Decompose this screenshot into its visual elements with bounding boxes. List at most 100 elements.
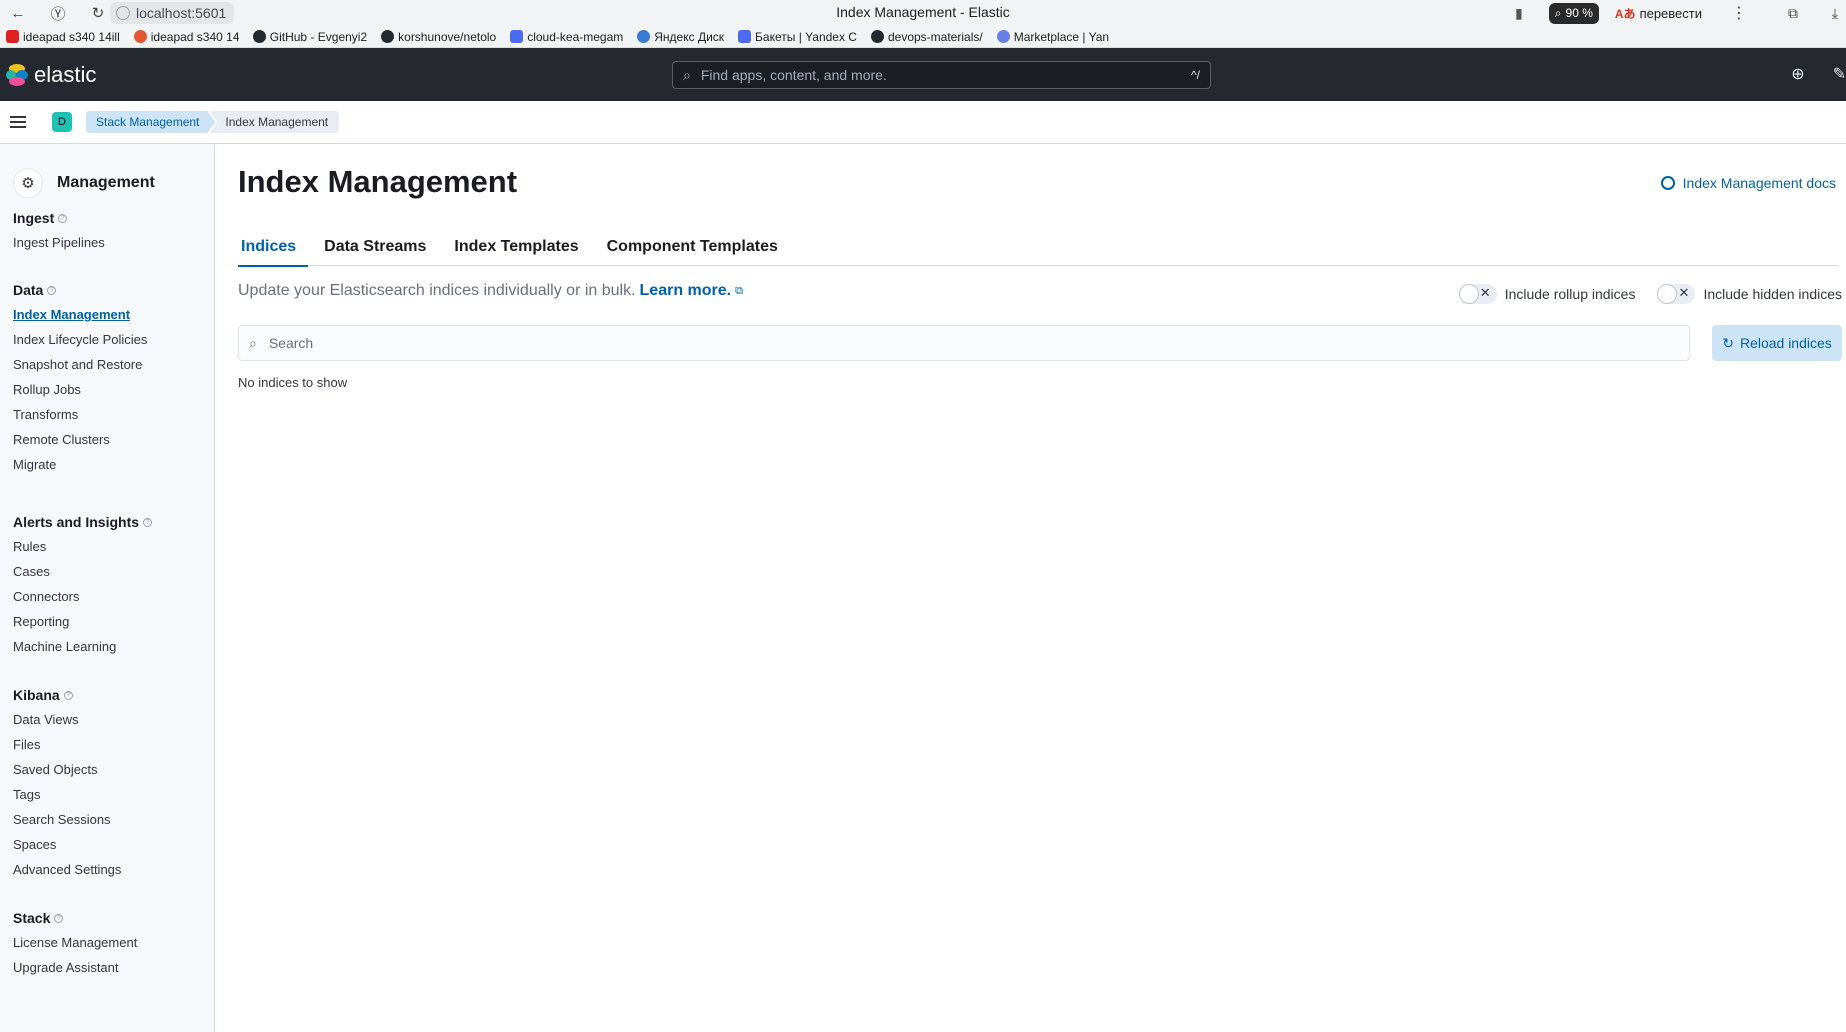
breadcrumb-stack-management[interactable]: Stack Management [86, 111, 215, 133]
site-info-icon[interactable] [116, 6, 130, 20]
github-icon [381, 30, 395, 43]
sidenav-item-migrate[interactable]: Migrate [13, 452, 147, 477]
sidenav-item-index-management[interactable]: Index Management [13, 302, 147, 327]
bookmark-item[interactable]: cloud-kea-megam [510, 30, 623, 44]
bookmark-icon[interactable]: ▮ [1511, 5, 1527, 21]
breadcrumb-bar: D Stack Management Index Management [0, 101, 1846, 144]
bookmark-item[interactable]: ideapad s340 14ill [133, 30, 239, 44]
sidenav-item-rollup-jobs[interactable]: Rollup Jobs [13, 377, 147, 402]
elastic-logo-icon [6, 63, 28, 86]
sidenav-item-tags[interactable]: Tags [13, 782, 121, 807]
sidenav-item-cases[interactable]: Cases [13, 559, 152, 584]
cloud-icon [510, 30, 524, 43]
bookmark-item[interactable]: Яндекс Диск [637, 30, 724, 44]
rollup-switch[interactable]: ✕ [1458, 284, 1497, 304]
breadcrumb-index-management: Index Management [209, 111, 340, 133]
management-sidenav: ⚙ Management Ingest? Ingest Pipelines Da… [0, 144, 215, 1032]
search-icon: ⌕ [249, 334, 257, 351]
bookmark-item[interactable]: devops-materials/ [870, 30, 983, 44]
external-link-icon: ⧉ [735, 284, 743, 297]
sidenav-item-rules[interactable]: Rules [13, 534, 152, 559]
include-hidden-toggle[interactable]: ✕ Include hidden indices [1657, 284, 1842, 304]
sidenav-item-transforms[interactable]: Transforms [13, 402, 147, 427]
sidenav-item-ingest-pipelines[interactable]: Ingest Pipelines [13, 230, 105, 255]
url-text: localhost:5601 [136, 5, 227, 21]
newsfeed-icon[interactable]: ✎ [1833, 64, 1846, 84]
yandex-disk-icon [637, 30, 651, 43]
bookmark-item[interactable]: Marketplace | Yan [996, 30, 1109, 44]
info-icon[interactable]: ? [143, 517, 153, 527]
menu-toggle-icon[interactable] [10, 116, 26, 128]
address-bar[interactable]: localhost:5601 [110, 2, 235, 24]
indices-search-input[interactable] [268, 335, 1649, 351]
tab-index-templates[interactable]: Index Templates [442, 228, 590, 266]
help-icon[interactable]: ⊕ [1791, 64, 1804, 84]
sidenav-item-advanced-settings[interactable]: Advanced Settings [13, 857, 121, 882]
page-description: Update your Elasticsearch indices indivi… [238, 282, 743, 300]
space-avatar[interactable]: D [52, 112, 72, 132]
kibana-header: elastic ⌕ Find apps, content, and more. … [0, 48, 1846, 101]
sidenav-item-snapshot-and-restore[interactable]: Snapshot and Restore [13, 352, 147, 377]
brand-name: elastic [34, 61, 97, 87]
extensions-icon[interactable]: ⧉ [1784, 5, 1802, 22]
search-icon: ⌕ [683, 66, 691, 83]
translate-icon: Aあ [1614, 6, 1636, 21]
global-search-input[interactable]: ⌕ Find apps, content, and more. ^/ [672, 61, 1211, 89]
sidenav-item-index-lifecycle-policies[interactable]: Index Lifecycle Policies [13, 327, 147, 352]
sidenav-item-files[interactable]: Files [13, 732, 121, 757]
yandex-icon[interactable]: Ⓨ [48, 3, 68, 23]
tab-data-streams[interactable]: Data Streams [312, 228, 438, 266]
zoom-indicator[interactable]: ⌕ 90 % [1548, 2, 1599, 24]
elastic-logo[interactable]: elastic [6, 62, 96, 88]
sidenav-item-upgrade-assistant[interactable]: Upgrade Assistant [13, 955, 137, 980]
sidenav-item-search-sessions[interactable]: Search Sessions [13, 807, 121, 832]
close-icon: ✕ [1678, 285, 1690, 300]
sidenav-item-spaces[interactable]: Spaces [13, 832, 121, 857]
nav-group-stack: Stack? License Management Upgrade Assist… [13, 908, 137, 980]
bookmark-item[interactable]: Бакеты | Yandex C [738, 30, 857, 44]
nav-group-alerts-and-insights: Alerts and Insights? Rules Cases Connect… [13, 512, 153, 659]
tab-indices[interactable]: Indices [238, 228, 309, 267]
browser-toolbar: ← Ⓨ ↻ localhost:5601 Index Management - … [0, 0, 1846, 26]
reload-page-icon[interactable]: ↻ [88, 3, 108, 23]
download-icon[interactable]: ⤓ [1826, 5, 1844, 22]
info-icon[interactable]: ? [58, 213, 68, 223]
more-menu-icon[interactable]: ⋮ [1730, 3, 1748, 23]
sidenav-item-data-views[interactable]: Data Views [13, 707, 121, 732]
bookmark-item[interactable]: ideapad s340 14ill [6, 30, 120, 44]
refresh-icon: ↻ [1722, 334, 1734, 351]
bookmark-item[interactable]: korshunove/netolo [381, 30, 496, 44]
sidenav-item-license-management[interactable]: License Management [13, 930, 137, 955]
bookmark-item[interactable]: GitHub - Evgenyi2 [252, 30, 367, 44]
include-rollup-toggle[interactable]: ✕ Include rollup indices [1458, 284, 1635, 304]
reload-indices-button[interactable]: ↻ Reload indices [1712, 325, 1842, 361]
close-icon: ✕ [1479, 285, 1491, 300]
learn-more-link[interactable]: Learn more. [640, 282, 732, 300]
tab-component-templates[interactable]: Component Templates [595, 228, 790, 266]
sidenav-title: ⚙ Management [13, 168, 155, 198]
global-search-placeholder: Find apps, content, and more. [700, 67, 887, 83]
sidenav-item-reporting[interactable]: Reporting [13, 609, 152, 634]
sidenav-item-machine-learning[interactable]: Machine Learning [13, 634, 152, 659]
nav-group-kibana: Kibana? Data Views Files Saved Objects T… [13, 685, 121, 882]
info-icon[interactable]: ? [54, 913, 64, 923]
gear-icon: ⚙ [13, 168, 43, 198]
sidenav-item-connectors[interactable]: Connectors [13, 584, 152, 609]
indices-search[interactable]: ⌕ [238, 325, 1690, 361]
marketplace-icon [996, 30, 1010, 43]
breadcrumb: Stack Management Index Management [86, 111, 340, 133]
info-icon[interactable]: ? [47, 285, 57, 295]
back-icon[interactable]: ← [8, 3, 28, 23]
empty-message: No indices to show [238, 375, 348, 390]
translate-button[interactable]: Aあ перевести [1615, 5, 1702, 22]
info-icon[interactable]: ? [63, 690, 73, 700]
github-icon [870, 30, 884, 43]
sidenav-item-remote-clusters[interactable]: Remote Clusters [13, 427, 147, 452]
bookmarks-bar: ideapad s340 14ill ideapad s340 14ill Gi… [0, 26, 1846, 48]
yandex-market-icon [133, 30, 147, 43]
nav-group-ingest: Ingest? Ingest Pipelines [13, 208, 105, 255]
hidden-switch[interactable]: ✕ [1657, 284, 1696, 304]
docs-link[interactable]: Index Management docs [1660, 175, 1836, 191]
search-icon: ⌕ [1554, 5, 1562, 20]
sidenav-item-saved-objects[interactable]: Saved Objects [13, 757, 121, 782]
